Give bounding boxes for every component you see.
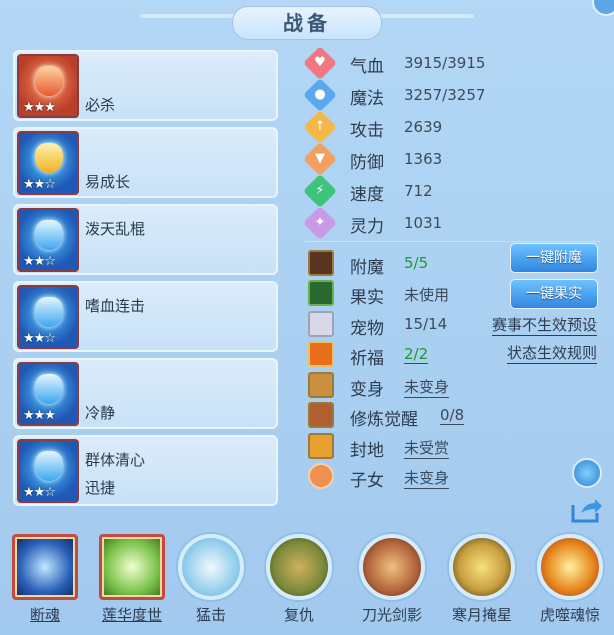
skill-icon-bisha: ★★★ [17, 54, 79, 118]
attr-value[interactable]: 0/8 [440, 406, 465, 425]
skill-lianhua-icon [99, 534, 165, 600]
attr-label: 宠物 [350, 319, 384, 339]
child-icon [308, 463, 334, 489]
skill-card[interactable]: ★★☆ 易成长 [13, 127, 278, 198]
skill-daoguang-icon [359, 534, 425, 600]
skill-hanyue-icon [449, 534, 515, 600]
attr-value: 15/14 [404, 315, 448, 333]
speed-icon: ⚡ [303, 174, 337, 208]
magic-icon: ● [303, 78, 337, 112]
stat-value: 3915/3915 [404, 54, 486, 72]
defense-icon: ▼ [303, 142, 337, 176]
event-preset-link[interactable]: 赛事不生效预设 [491, 314, 597, 336]
active-skill[interactable]: 断魂 [8, 534, 82, 634]
attr-value[interactable]: 未变身 [404, 467, 450, 489]
stat-value: 3257/3257 [404, 86, 486, 104]
skill-name: 群体清心 [85, 451, 146, 469]
stat-label: 气血 [350, 57, 384, 77]
battle-prep-panel: 战备 ★★★ 必杀 ★★☆ 易成长 ★★☆ 泼天乱棍 ★★☆ 嗜血连击 ★★★ … [0, 0, 614, 635]
attack-icon: ↑ [303, 110, 337, 144]
active-skill-label: 虎噬魂惊 [539, 606, 600, 624]
fief-icon [308, 433, 334, 459]
stat-label: 防御 [350, 153, 384, 173]
stat-value: 1363 [404, 150, 443, 168]
attr-value: 未使用 [404, 286, 450, 304]
enchant-icon [308, 250, 334, 276]
skill-icon-shixuelianji: ★★☆ [17, 285, 79, 349]
skill-icon-lengjing: ★★★ [17, 362, 79, 426]
attr-label: 祈福 [350, 349, 384, 369]
active-skill-label: 刀光剑影 [361, 606, 422, 624]
skill-card[interactable]: ★★☆ 泼天乱棍 [13, 204, 278, 275]
heart-icon: ♥ [303, 46, 337, 80]
stat-value: 712 [404, 182, 433, 200]
stat-label: 魔法 [350, 89, 384, 109]
cultivation-icon [308, 402, 334, 428]
skill-name: 必杀 [85, 96, 116, 114]
stat-label: 速度 [350, 185, 384, 205]
attr-label: 附魔 [350, 258, 384, 278]
close-button[interactable] [592, 0, 614, 16]
stat-label: 攻击 [350, 121, 384, 141]
spirit-icon: ✦ [303, 206, 337, 240]
skill-hushi-icon [537, 534, 603, 600]
active-skill[interactable]: 寒月掩星 [440, 534, 524, 634]
skill-card[interactable]: ★★★ 冷静 [13, 358, 278, 429]
skill-name: 泼天乱棍 [85, 220, 146, 238]
skill-icon-qunti-qingxin: ★★☆ [17, 439, 79, 503]
skill-name: 冷静 [85, 404, 116, 422]
skill-name: 嗜血连击 [85, 297, 146, 315]
active-skill[interactable]: 刀光剑影 [350, 534, 434, 634]
skill-name: 易成长 [85, 173, 131, 191]
attr-label: 变身 [350, 380, 384, 400]
attr-label: 封地 [350, 441, 384, 461]
page-title: 战备 [232, 6, 382, 40]
divider [305, 241, 600, 242]
active-skill-label: 莲华度世 [101, 606, 162, 624]
star-rating: ★★☆ [23, 177, 56, 192]
refresh-icon[interactable] [572, 458, 602, 488]
star-rating: ★★★ [23, 100, 56, 115]
star-rating: ★★★ [23, 408, 56, 423]
stat-label: 灵力 [350, 217, 384, 237]
active-skill-bar: 断魂 莲华度世 猛击 复仇 刀光剑影 寒月掩星 虎噬魂惊 [0, 524, 614, 635]
star-rating: ★★☆ [23, 485, 56, 500]
status-rules-link[interactable]: 状态生效规则 [506, 342, 597, 364]
attr-label: 果实 [350, 288, 384, 308]
active-skill-label: 复仇 [283, 606, 314, 624]
active-skill-label: 断魂 [29, 606, 60, 624]
skill-extra-name: 迅捷 [85, 479, 116, 497]
active-skill[interactable]: 复仇 [262, 534, 336, 634]
skill-icon-yichengzhang: ★★☆ [17, 131, 79, 195]
star-rating: ★★☆ [23, 331, 56, 346]
skill-fuchou-icon [266, 534, 332, 600]
skill-card[interactable]: ★★☆ 群体清心 迅捷 [13, 435, 278, 506]
active-skill[interactable]: 莲华度世 [90, 534, 174, 634]
active-skill[interactable]: 猛击 [174, 534, 248, 634]
active-skill[interactable]: 虎噬魂惊 [528, 534, 612, 634]
stat-value: 2639 [404, 118, 443, 136]
attr-value[interactable]: 2/2 [404, 345, 429, 364]
skill-duanhun-icon [12, 534, 78, 600]
transform-icon [308, 372, 334, 398]
one-click-fruit-button[interactable]: 一键果实 [510, 279, 598, 309]
one-click-enchant-button[interactable]: 一键附魔 [510, 243, 598, 273]
skill-mengji-icon [178, 534, 244, 600]
attr-label: 修炼觉醒 [350, 410, 418, 430]
skill-card[interactable]: ★★☆ 嗜血连击 [13, 281, 278, 352]
stat-value: 1031 [404, 214, 443, 232]
attr-value: 5/5 [404, 254, 429, 272]
attr-value[interactable]: 未受赏 [404, 437, 450, 459]
blessing-icon [308, 341, 334, 367]
star-rating: ★★☆ [23, 254, 56, 269]
skill-card[interactable]: ★★★ 必杀 [13, 50, 278, 121]
active-skill-label: 猛击 [195, 606, 226, 624]
attr-value[interactable]: 未变身 [404, 376, 450, 398]
fruit-icon [308, 280, 334, 306]
skill-icon-potianluangun: ★★☆ [17, 208, 79, 272]
share-icon[interactable] [571, 497, 603, 523]
attr-label: 子女 [350, 471, 384, 491]
pet-icon [308, 311, 334, 337]
active-skill-label: 寒月掩星 [451, 606, 512, 624]
